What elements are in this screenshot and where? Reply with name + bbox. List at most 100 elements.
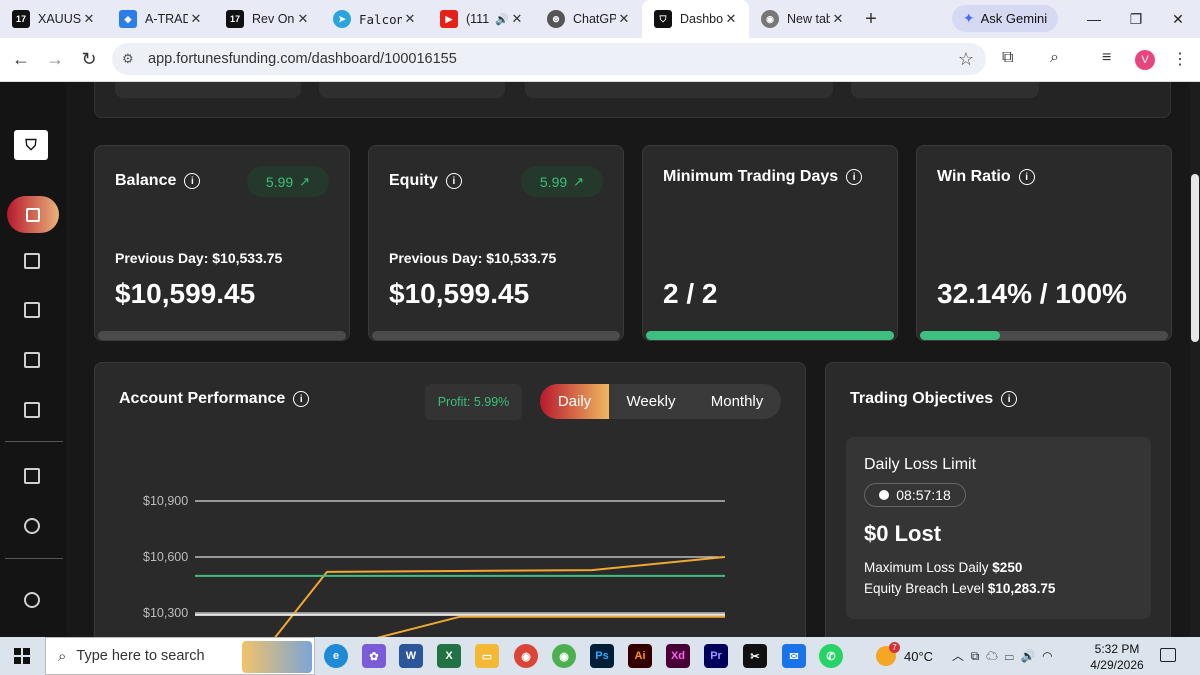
- clock-time: 5:32 PM: [1094, 642, 1140, 656]
- browser-tab[interactable]: 17 XAUUSD ✕: [0, 0, 107, 38]
- mail-icon[interactable]: ✉: [782, 644, 806, 668]
- tab-favicon: ➤: [333, 10, 351, 28]
- info-icon[interactable]: i: [846, 169, 863, 185]
- photoshop-icon[interactable]: Ps: [590, 644, 614, 668]
- info-icon[interactable]: i: [1001, 391, 1018, 407]
- min-days-progress-fill: [646, 331, 894, 340]
- ask-gemini-label: Ask Gemini: [980, 11, 1048, 26]
- avatar[interactable]: V: [1135, 50, 1155, 70]
- tab-search-icon[interactable]: ⌕: [1050, 49, 1059, 67]
- copilot-icon[interactable]: ✿: [362, 644, 386, 668]
- volume-icon[interactable]: 🔊: [1020, 649, 1035, 663]
- dashboard-app: ⛉ Balance i 5.99 ↗ Previous Day: $10,533…: [0, 82, 1200, 637]
- clock-date: 4/29/2026: [1090, 658, 1144, 672]
- xd-icon[interactable]: Xd: [666, 644, 690, 668]
- scrollbar-thumb[interactable]: [1191, 174, 1199, 342]
- close-icon[interactable]: ✕: [509, 11, 525, 27]
- premiere-icon[interactable]: Pr: [704, 644, 728, 668]
- weather-temp: 40°C: [904, 648, 934, 664]
- reload-icon[interactable]: ↻: [72, 49, 106, 70]
- cloud-icon[interactable]: ☁: [986, 649, 998, 663]
- windows-start-icon[interactable]: [14, 648, 30, 664]
- trend-up-icon: ↗: [573, 173, 585, 189]
- excel-icon[interactable]: X: [437, 644, 461, 668]
- capcut-icon[interactable]: ✂: [743, 644, 767, 668]
- browser-tab[interactable]: ➤ Falcon ✕: [321, 0, 428, 38]
- sidebar-item-accounts[interactable]: [20, 464, 44, 488]
- sidebar-item-wallet[interactable]: [20, 249, 44, 273]
- illustrator-icon[interactable]: Ai: [628, 644, 652, 668]
- sidebar-item-reports[interactable]: [20, 298, 44, 322]
- browser-tab[interactable]: ⊛ ChatGPT ✕: [535, 0, 642, 38]
- site-info-icon[interactable]: ⚙: [122, 51, 144, 67]
- balance-title: Balance i: [115, 172, 201, 190]
- sidebar-item-documents[interactable]: [20, 348, 44, 372]
- notifications-icon[interactable]: [1160, 648, 1176, 662]
- browser-tab[interactable]: ▶ (111 🔊 ✕: [428, 0, 535, 38]
- app-icon[interactable]: ⧉: [971, 649, 980, 663]
- whatsapp-icon[interactable]: ✆: [819, 644, 843, 668]
- weather-widget[interactable]: 7 40°C: [876, 642, 934, 666]
- close-icon[interactable]: ✕: [81, 11, 97, 27]
- restore-button[interactable]: ❐: [1114, 0, 1158, 38]
- win-ratio-value: 32.14% / 100%: [937, 278, 1127, 309]
- browser-tab[interactable]: 17 Rev One ✕: [214, 0, 321, 38]
- info-icon[interactable]: i: [184, 173, 201, 189]
- brand-logo[interactable]: ⛉: [14, 130, 48, 160]
- battery-icon[interactable]: ▭: [1005, 649, 1014, 663]
- word-icon[interactable]: W: [399, 644, 423, 668]
- info-icon[interactable]: i: [1018, 169, 1035, 185]
- address-bar: ← → ↻ ⚙ app.fortunesfunding.com/dashboar…: [0, 38, 1200, 82]
- timer-value: 08:57:18: [896, 487, 951, 503]
- close-icon[interactable]: ✕: [723, 11, 739, 27]
- close-window-button[interactable]: ✕: [1156, 0, 1200, 38]
- back-icon[interactable]: ←: [4, 49, 38, 70]
- performance-chart: [195, 500, 726, 637]
- sidebar-item-dashboard[interactable]: [7, 196, 59, 233]
- sidebar-item-billing[interactable]: [20, 398, 44, 422]
- close-icon[interactable]: ✕: [616, 11, 632, 27]
- minimize-button[interactable]: —: [1072, 0, 1116, 38]
- wifi-icon[interactable]: ◠: [1042, 649, 1052, 663]
- chevron-up-icon[interactable]: ︿: [952, 649, 964, 663]
- browser-tab[interactable]: ◉ New tab ✕: [749, 0, 856, 38]
- users-icon: [24, 592, 40, 608]
- info-icon[interactable]: i: [445, 173, 462, 189]
- edge-icon[interactable]: e: [324, 644, 348, 668]
- close-icon[interactable]: ✕: [830, 11, 846, 27]
- chrome-profile-icon[interactable]: ◉: [552, 644, 576, 668]
- browser-tab[interactable]: ◆ A-TRADE ✕: [107, 0, 214, 38]
- new-tab-button[interactable]: +: [856, 8, 886, 31]
- scrollbar[interactable]: [1190, 82, 1200, 637]
- bookmark-star-icon[interactable]: ☆: [958, 49, 974, 70]
- max-loss-daily: Maximum Loss Daily $250: [864, 560, 1022, 575]
- forward-icon[interactable]: →: [38, 49, 72, 70]
- url-field[interactable]: ⚙ app.fortunesfunding.com/dashboard/1000…: [112, 43, 986, 75]
- taskbar-clock[interactable]: 5:32 PM 4/29/2026: [1087, 641, 1147, 673]
- taskbar-search[interactable]: ⌕ Type here to search: [45, 637, 315, 675]
- trading-objectives-panel: Trading Objectives i Daily Loss Limit 08…: [825, 362, 1171, 637]
- max-loss-label: Maximum Loss Daily: [864, 560, 989, 575]
- close-icon[interactable]: ✕: [295, 11, 311, 27]
- sidebar-item-competitions[interactable]: [20, 514, 44, 538]
- tab-title: New tab: [787, 12, 830, 26]
- close-icon[interactable]: ✕: [188, 11, 204, 27]
- objectives-title-text: Trading Objectives: [850, 390, 994, 407]
- sidebar-item-community[interactable]: [20, 588, 44, 612]
- weather-icon: 7: [876, 642, 900, 666]
- media-control-icon[interactable]: ≡: [1102, 49, 1111, 67]
- file-explorer-icon[interactable]: ▭: [475, 644, 499, 668]
- extensions-icon[interactable]: ⧉: [1002, 49, 1013, 67]
- tab-favicon: ▶: [440, 10, 458, 28]
- menu-icon[interactable]: ⋮: [1172, 49, 1188, 69]
- close-icon[interactable]: ✕: [402, 11, 418, 27]
- weather-badge: 7: [889, 642, 900, 653]
- ask-gemini-button[interactable]: ✦ Ask Gemini: [952, 5, 1058, 32]
- chrome-icon[interactable]: ◉: [514, 644, 538, 668]
- browser-tab-active[interactable]: ⛉ Dashbo ✕: [642, 0, 749, 38]
- equity-change-badge: 5.99 ↗: [521, 166, 603, 197]
- receipt-icon: [24, 402, 40, 418]
- win-ratio-card: Win Ratio i 32.14% / 100%: [916, 145, 1172, 341]
- system-tray[interactable]: ︿ ⧉ ☁ ▭ 🔊 ◠: [952, 647, 1053, 664]
- speaker-icon[interactable]: 🔊: [495, 13, 509, 26]
